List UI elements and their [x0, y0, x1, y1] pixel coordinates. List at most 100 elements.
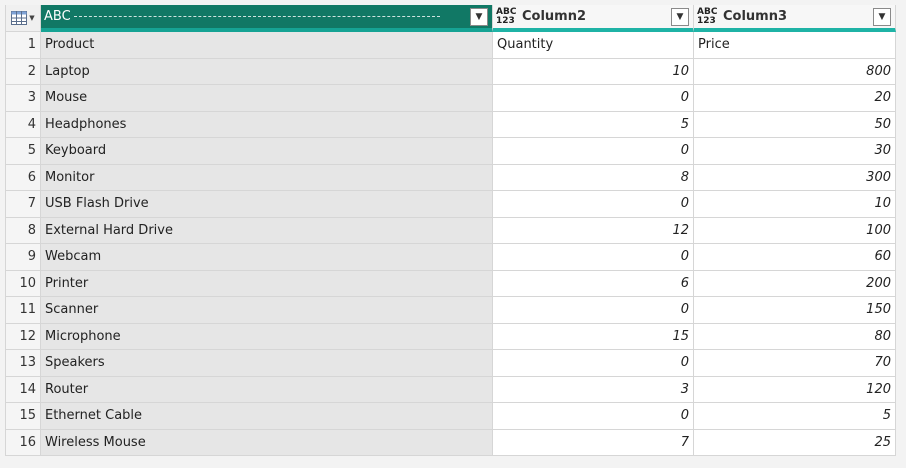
- product-cell[interactable]: Webcam: [41, 244, 493, 271]
- product-cell[interactable]: Speakers: [41, 350, 493, 377]
- row-number[interactable]: 8: [6, 217, 41, 244]
- price-cell[interactable]: 70: [694, 350, 896, 377]
- table-row: 7 USB Flash Drive 0 10: [6, 191, 896, 218]
- row-number[interactable]: 3: [6, 85, 41, 112]
- product-cell[interactable]: Mouse: [41, 85, 493, 112]
- quantity-cell[interactable]: 0: [493, 403, 694, 430]
- table-row: 11 Scanner 0 150: [6, 297, 896, 324]
- row-number[interactable]: 16: [6, 429, 41, 456]
- chevron-down-icon: ▼: [676, 11, 684, 22]
- product-cell[interactable]: External Hard Drive: [41, 217, 493, 244]
- table-row: 12 Microphone 15 80: [6, 323, 896, 350]
- table-row: 4 Headphones 5 50: [6, 111, 896, 138]
- table-menu-button[interactable]: ▼: [6, 5, 41, 32]
- price-cell[interactable]: Price: [694, 32, 896, 59]
- price-cell[interactable]: 150: [694, 297, 896, 324]
- any-type-icon[interactable]: ABC 123: [697, 7, 719, 26]
- chevron-down-icon: ▼: [475, 11, 483, 22]
- table-row: 9 Webcam 0 60: [6, 244, 896, 271]
- product-cell[interactable]: Laptop: [41, 58, 493, 85]
- row-number[interactable]: 14: [6, 376, 41, 403]
- table-body: 1 Product Quantity Price 2 Laptop 10 800 3 Mouse 0…: [6, 32, 896, 456]
- product-cell[interactable]: Ethernet Cable: [41, 403, 493, 430]
- quantity-cell[interactable]: 5: [493, 111, 694, 138]
- quantity-cell[interactable]: 12: [493, 217, 694, 244]
- quantity-cell[interactable]: 0: [493, 297, 694, 324]
- text-type-icon[interactable]: ABC: [44, 10, 71, 23]
- row-number[interactable]: 10: [6, 270, 41, 297]
- column-header-1[interactable]: ABC ▼: [41, 5, 493, 32]
- table-row: 3 Mouse 0 20: [6, 85, 896, 112]
- row-number[interactable]: 4: [6, 111, 41, 138]
- quantity-cell[interactable]: 3: [493, 376, 694, 403]
- quantity-cell[interactable]: 0: [493, 138, 694, 165]
- price-cell[interactable]: 80: [694, 323, 896, 350]
- table-row: 8 External Hard Drive 12 100: [6, 217, 896, 244]
- product-cell[interactable]: Keyboard: [41, 138, 493, 165]
- price-cell[interactable]: 50: [694, 111, 896, 138]
- price-cell[interactable]: 20: [694, 85, 896, 112]
- price-cell[interactable]: 30: [694, 138, 896, 165]
- quantity-cell[interactable]: 10: [493, 58, 694, 85]
- quantity-cell[interactable]: 15: [493, 323, 694, 350]
- column-name: Column2: [522, 9, 587, 24]
- quantity-cell[interactable]: 0: [493, 350, 694, 377]
- price-cell[interactable]: 60: [694, 244, 896, 271]
- product-cell[interactable]: Scanner: [41, 297, 493, 324]
- quantity-cell[interactable]: 6: [493, 270, 694, 297]
- quantity-cell[interactable]: 0: [493, 244, 694, 271]
- price-cell[interactable]: 10: [694, 191, 896, 218]
- price-cell[interactable]: 100: [694, 217, 896, 244]
- chevron-down-icon: ▼: [29, 14, 35, 22]
- column-header-3[interactable]: ABC 123 Column3 ▼: [694, 5, 896, 32]
- product-cell[interactable]: Printer: [41, 270, 493, 297]
- row-number[interactable]: 2: [6, 58, 41, 85]
- any-type-icon[interactable]: ABC 123: [496, 7, 518, 26]
- price-cell[interactable]: 200: [694, 270, 896, 297]
- product-cell[interactable]: Router: [41, 376, 493, 403]
- data-grid: ▼ ABC ▼ ABC 123 Column2 ▼ ABC 123 Column…: [5, 5, 896, 456]
- column1-filter-dropdown[interactable]: ▼: [470, 7, 488, 26]
- table-row: 2 Laptop 10 800: [6, 58, 896, 85]
- quantity-cell[interactable]: Quantity: [493, 32, 694, 59]
- quantity-cell[interactable]: 7: [493, 429, 694, 456]
- row-number[interactable]: 7: [6, 191, 41, 218]
- table-row: 6 Monitor 8 300: [6, 164, 896, 191]
- product-cell[interactable]: Headphones: [41, 111, 493, 138]
- price-cell[interactable]: 300: [694, 164, 896, 191]
- product-cell[interactable]: Microphone: [41, 323, 493, 350]
- table-row: 5 Keyboard 0 30: [6, 138, 896, 165]
- quantity-cell[interactable]: 0: [493, 191, 694, 218]
- price-cell[interactable]: 800: [694, 58, 896, 85]
- product-cell[interactable]: Wireless Mouse: [41, 429, 493, 456]
- price-cell[interactable]: 120: [694, 376, 896, 403]
- price-cell[interactable]: 25: [694, 429, 896, 456]
- row-number[interactable]: 12: [6, 323, 41, 350]
- row-number[interactable]: 15: [6, 403, 41, 430]
- table-row: 10 Printer 6 200: [6, 270, 896, 297]
- row-number[interactable]: 11: [6, 297, 41, 324]
- row-number[interactable]: 9: [6, 244, 41, 271]
- row-number[interactable]: 5: [6, 138, 41, 165]
- column-name: Column3: [723, 9, 788, 24]
- column-name-placeholder: [74, 16, 440, 17]
- quantity-cell[interactable]: 0: [493, 85, 694, 112]
- row-number[interactable]: 1: [6, 32, 41, 59]
- row-number[interactable]: 6: [6, 164, 41, 191]
- column2-filter-dropdown[interactable]: ▼: [671, 7, 689, 26]
- column3-filter-dropdown[interactable]: ▼: [873, 7, 891, 26]
- table-icon: [11, 11, 28, 25]
- header-row: ▼ ABC ▼ ABC 123 Column2 ▼ ABC 123 Column…: [6, 5, 896, 32]
- price-cell[interactable]: 5: [694, 403, 896, 430]
- product-cell[interactable]: USB Flash Drive: [41, 191, 493, 218]
- product-cell[interactable]: Monitor: [41, 164, 493, 191]
- row-number[interactable]: 13: [6, 350, 41, 377]
- quantity-cell[interactable]: 8: [493, 164, 694, 191]
- table-row: 1 Product Quantity Price: [6, 32, 896, 59]
- chevron-down-icon: ▼: [878, 11, 886, 22]
- column-header-2[interactable]: ABC 123 Column2 ▼: [493, 5, 694, 32]
- table-row: 16 Wireless Mouse 7 25: [6, 429, 896, 456]
- table-row: 15 Ethernet Cable 0 5: [6, 403, 896, 430]
- product-cell[interactable]: Product: [41, 32, 493, 59]
- table-row: 14 Router 3 120: [6, 376, 896, 403]
